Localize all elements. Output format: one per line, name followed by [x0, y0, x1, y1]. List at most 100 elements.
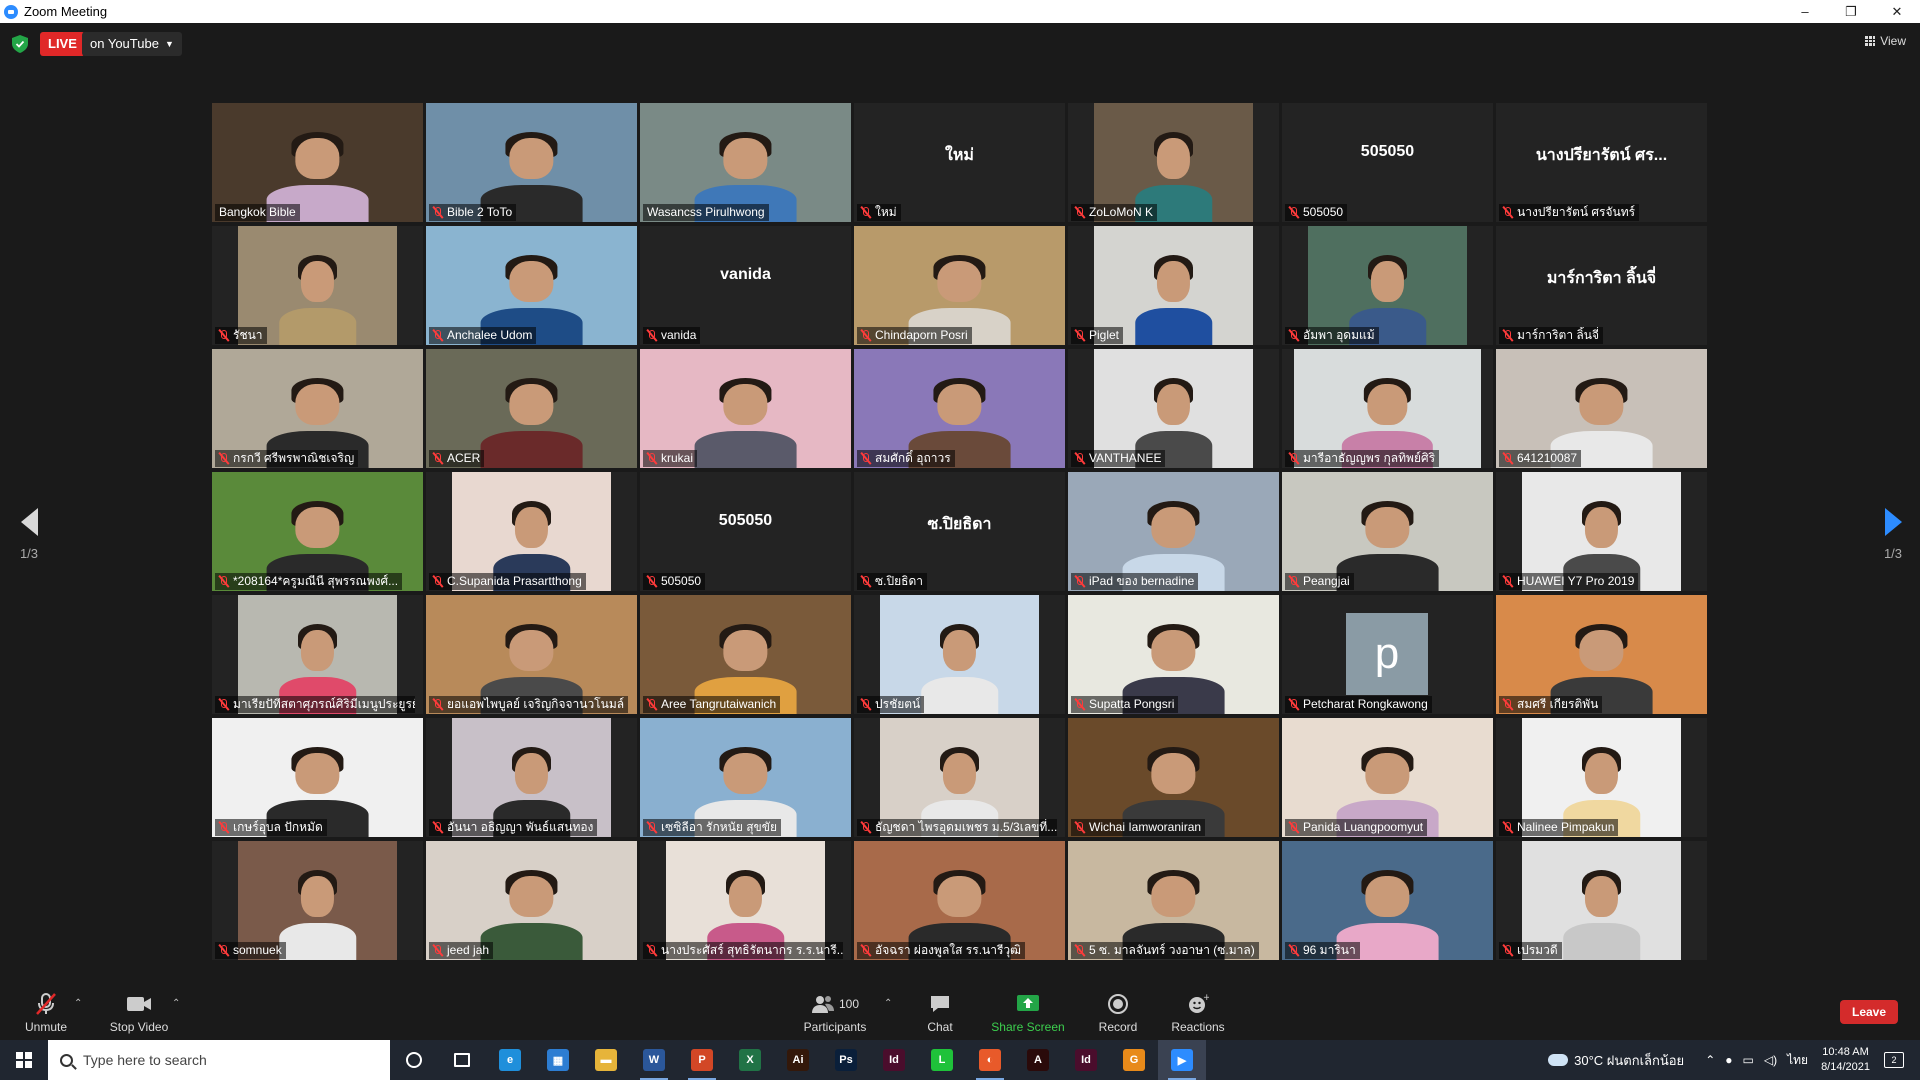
taskbar-app[interactable]: G: [1110, 1040, 1158, 1080]
previous-page-button[interactable]: 1/3: [14, 508, 44, 561]
encryption-shield-icon[interactable]: [12, 35, 28, 53]
participant-tile[interactable]: ปรชัยตน์: [854, 595, 1065, 714]
participant-tile[interactable]: นางประศัสร์ สุทธิรัตนากร ร.ร.นารี...: [640, 841, 851, 960]
participant-tile[interactable]: iPad ของ bernadine: [1068, 472, 1279, 591]
participant-tile[interactable]: มาร์การิตา ลิ้นจี่ มาร์การิตา ลิ้นจี่: [1496, 226, 1707, 345]
weather-widget[interactable]: 30°C ฝนตกเล็กน้อย: [1548, 1050, 1684, 1071]
participant-tile[interactable]: vanida vanida: [640, 226, 851, 345]
windows-logo-icon: [16, 1052, 32, 1068]
taskbar-app[interactable]: Ps: [822, 1040, 870, 1080]
participant-tile[interactable]: กรกวี ศรีพรพาณิชเจริญ: [212, 349, 423, 468]
participant-tile[interactable]: Peangjai: [1282, 472, 1493, 591]
participant-tile[interactable]: Bangkok Bible: [212, 103, 423, 222]
participant-tile[interactable]: มารีอาธัญญพร กุลทิพย์ศิริ: [1282, 349, 1493, 468]
reactions-button[interactable]: + Reactions: [1170, 992, 1226, 1034]
next-page-button[interactable]: 1/3: [1878, 508, 1908, 561]
participant-tile[interactable]: Piglet: [1068, 226, 1279, 345]
minimize-button[interactable]: –: [1782, 0, 1828, 23]
taskbar-app[interactable]: W: [630, 1040, 678, 1080]
stop-video-button[interactable]: Stop Video: [104, 992, 174, 1034]
participant-tile[interactable]: มาเรียปัทีสตาศุภรณ์ศิริมีเมนูประยูรย์: [212, 595, 423, 714]
participant-tile[interactable]: ยอแอพไพบูลย์ เจริญกิจจานวโนมล์: [426, 595, 637, 714]
start-button[interactable]: [0, 1040, 48, 1080]
taskbar-app[interactable]: e: [486, 1040, 534, 1080]
participant-tile[interactable]: *208164*ครูมณีนี สุพรรณพงศ์...: [212, 472, 423, 591]
participant-tile[interactable]: เกษร์อุบล ปักหมัด: [212, 718, 423, 837]
participant-tile[interactable]: เปรมวดี: [1496, 841, 1707, 960]
participant-tile[interactable]: สมศักดิ์ อุถาวร: [854, 349, 1065, 468]
view-button[interactable]: View: [1865, 34, 1906, 48]
leave-button[interactable]: Leave: [1840, 1000, 1898, 1024]
participant-tile[interactable]: ZoLoMoN K: [1068, 103, 1279, 222]
taskbar-app[interactable]: Id: [1062, 1040, 1110, 1080]
participant-tile[interactable]: Aree Tangrutaiwanich: [640, 595, 851, 714]
taskbar-app[interactable]: ▶: [1158, 1040, 1206, 1080]
participant-tile[interactable]: ซ.ปิยธิดา ซ.ปิยธิดา: [854, 472, 1065, 591]
chat-button[interactable]: Chat: [918, 992, 962, 1034]
participant-tile[interactable]: Bible 2 ToTo: [426, 103, 637, 222]
taskbar-app[interactable]: [438, 1040, 486, 1080]
audio-options-caret-icon[interactable]: ⌃: [74, 998, 82, 1009]
participant-tile[interactable]: C.Supanida Prasartthong: [426, 472, 637, 591]
participant-tile[interactable]: Nalinee Pimpakun: [1496, 718, 1707, 837]
taskbar-app[interactable]: L: [918, 1040, 966, 1080]
taskbar-app[interactable]: ▬: [582, 1040, 630, 1080]
video-options-caret-icon[interactable]: ⌃: [172, 998, 180, 1009]
share-screen-button[interactable]: Share Screen: [990, 992, 1066, 1034]
participant-tile[interactable]: VANTHANEE: [1068, 349, 1279, 468]
participant-tile[interactable]: 96 มารินา: [1282, 841, 1493, 960]
taskbar-app[interactable]: [390, 1040, 438, 1080]
participant-tile[interactable]: อัมพา อุดมแม้: [1282, 226, 1493, 345]
participant-tile[interactable]: อันนา อธิญญา พันธ์แสนทอง: [426, 718, 637, 837]
participant-tile[interactable]: นางปรียารัตน์ ศร... นางปรียารัตน์ ศรจันทร…: [1496, 103, 1707, 222]
participant-tile[interactable]: ACER: [426, 349, 637, 468]
taskbar-app[interactable]: X: [726, 1040, 774, 1080]
taskbar-app[interactable]: Ai: [774, 1040, 822, 1080]
taskbar-search-box[interactable]: Type here to search: [48, 1040, 390, 1080]
participant-tile[interactable]: 505050 505050: [1282, 103, 1493, 222]
participant-tile[interactable]: อัจฉรา ผ่องพูลใส รร.นารีวุฒิ: [854, 841, 1065, 960]
input-language[interactable]: ไทย: [1787, 1051, 1808, 1070]
participant-tile[interactable]: Wichai Iamworaniran: [1068, 718, 1279, 837]
participant-tile[interactable]: ใหม่ ใหม่: [854, 103, 1065, 222]
taskbar-app[interactable]: Id: [870, 1040, 918, 1080]
participant-tile[interactable]: Wasancss Pirulhwong: [640, 103, 851, 222]
network-icon[interactable]: ▭: [1743, 1053, 1754, 1067]
participant-tile[interactable]: p Petcharat Rongkawong: [1282, 595, 1493, 714]
taskbar-clock[interactable]: 10:48 AM 8/14/2021: [1821, 1045, 1870, 1075]
taskbar-app[interactable]: ◐: [966, 1040, 1014, 1080]
live-stream-dropdown[interactable]: on YouTube ▼: [82, 32, 182, 56]
action-center-notifications-icon[interactable]: 2: [1884, 1052, 1904, 1068]
participant-tile[interactable]: jeed jah: [426, 841, 637, 960]
taskbar-app[interactable]: A: [1014, 1040, 1062, 1080]
participant-tile[interactable]: Supatta Pongsri: [1068, 595, 1279, 714]
participant-tile[interactable]: krukai: [640, 349, 851, 468]
unmute-button[interactable]: Unmute: [20, 992, 72, 1034]
participant-tile[interactable]: เซซิลีอา รักหนัย สุขขัย: [640, 718, 851, 837]
participant-tile[interactable]: ธัญชดา ไพรอุดมเพชร ม.5/3เลขที่...: [854, 718, 1065, 837]
taskbar-app[interactable]: ▦: [534, 1040, 582, 1080]
participant-tile[interactable]: Anchalee Udom: [426, 226, 637, 345]
participant-tile[interactable]: รัชนา: [212, 226, 423, 345]
participants-options-caret-icon[interactable]: ⌃: [884, 998, 892, 1009]
microphone-tray-icon[interactable]: ●: [1725, 1053, 1732, 1067]
participant-tile[interactable]: somnuek: [212, 841, 423, 960]
participant-name: กรกวี ศรีพรพาณิชเจริญ: [233, 451, 355, 465]
participant-tile[interactable]: HUAWEI Y7 Pro 2019: [1496, 472, 1707, 591]
participant-name: Wichai Iamworaniran: [1089, 820, 1202, 834]
participant-name-label: Nalinee Pimpakun: [1499, 819, 1619, 836]
participant-tile[interactable]: สมศรี เกียรติพัน: [1496, 595, 1707, 714]
show-hidden-icons-caret-icon[interactable]: ⌃: [1705, 1053, 1715, 1067]
live-badge[interactable]: LIVE: [40, 32, 85, 56]
participant-tile[interactable]: 505050 505050: [640, 472, 851, 591]
participant-tile[interactable]: 5 ซ. มาลจันทร์ วงอาษา (ซ.มาล): [1068, 841, 1279, 960]
participant-tile[interactable]: 641210087: [1496, 349, 1707, 468]
taskbar-app[interactable]: P: [678, 1040, 726, 1080]
participants-button[interactable]: 100 Participants: [800, 992, 870, 1034]
participant-tile[interactable]: Panida Luangpoomyut: [1282, 718, 1493, 837]
close-button[interactable]: ✕: [1874, 0, 1920, 23]
record-button[interactable]: Record: [1094, 992, 1142, 1034]
volume-icon[interactable]: ◁): [1764, 1053, 1777, 1067]
restore-button[interactable]: ❐: [1828, 0, 1874, 23]
participant-tile[interactable]: Chindaporn Posri: [854, 226, 1065, 345]
